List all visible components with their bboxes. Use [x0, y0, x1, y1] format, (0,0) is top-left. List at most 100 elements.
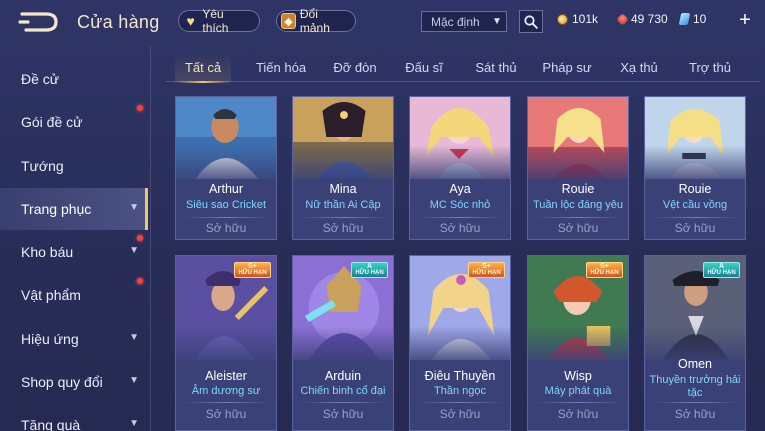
sidebar-item-heroes[interactable]: Tướng	[0, 145, 148, 187]
hero-name: Rouie	[561, 182, 595, 196]
sidebar-item-label: Hiệu ứng	[21, 331, 79, 347]
skin-name: Siêu sao Cricket	[185, 199, 267, 211]
tab-all[interactable]: Tất cả	[175, 52, 231, 83]
owned-status: Sở hữu	[557, 407, 599, 421]
skin-card[interactable]: Aya MC Sóc nhỏ Sở hữu	[409, 96, 511, 240]
sidebar-item-items[interactable]: Vật phẩm	[0, 274, 148, 316]
owned-status: Sở hữu	[205, 407, 247, 421]
favorites-button[interactable]: ♥ Yêu thích	[178, 7, 260, 35]
search-icon	[524, 14, 538, 29]
hero-name: Rouie	[678, 182, 712, 196]
heart-icon: ♥	[186, 13, 195, 29]
skin-card[interactable]: S+ HỮU HẠN Điêu Thuyền Thần ngọc Sở hữu	[409, 255, 511, 431]
sidebar-item-label: Trang phục	[21, 201, 92, 217]
owned-status: Sở hữu	[674, 407, 716, 421]
voucher-icon	[616, 12, 629, 26]
skin-name: Chiến binh cổ đại	[300, 385, 386, 397]
tab-assassin[interactable]: Sát thủ	[467, 52, 525, 82]
skin-card[interactable]: Mina Nữ thần Ai Cập Sở hữu	[292, 96, 394, 240]
sidebar-item-recommended-packs[interactable]: Gói đề cử	[0, 101, 148, 143]
skin-name: Thần ngọc	[434, 385, 486, 397]
hero-name: Mina	[329, 182, 357, 196]
skin-card[interactable]: S+ HỮU HẠN Aleister Âm dương sư Sở hữu	[175, 255, 277, 431]
hero-name: Điêu Thuyền	[424, 369, 496, 383]
favorites-label: Yêu thích	[202, 7, 229, 35]
sidebar-item-gifts[interactable]: Tặng quà ▼	[0, 404, 148, 431]
shop-screen: Cửa hàng ♥ Yêu thích ◆ Đổi mảnh Mặc định…	[0, 0, 765, 431]
tab-mage[interactable]: Pháp sư	[538, 52, 596, 82]
chevron-down-icon: ▼	[129, 418, 139, 429]
skin-card[interactable]: Rouie Vệt cầu vồng Sở hữu	[644, 96, 746, 240]
limited-badge: S+ HỮU HẠN	[586, 262, 623, 278]
gold-balance: 101k	[557, 12, 598, 26]
top-bar: Cửa hàng ♥ Yêu thích ◆ Đổi mảnh Mặc định…	[0, 0, 765, 46]
sidebar-item-exchange-shop[interactable]: Shop quy đổi ▼	[0, 361, 148, 403]
tab-support[interactable]: Trợ thủ	[681, 52, 739, 82]
sidebar-divider	[150, 46, 151, 431]
sidebar-item-label: Kho báu	[21, 244, 74, 260]
limited-badge: A HỮU HẠN	[703, 262, 740, 278]
chevron-down-icon: ▼	[129, 245, 139, 256]
top-up-plus-button[interactable]: +	[736, 9, 754, 31]
sidebar-item-treasure[interactable]: Kho báu ▼	[0, 231, 148, 273]
skin-name: Thuyền trưởng hải tặc	[649, 374, 741, 399]
hero-name: Aya	[449, 182, 471, 196]
sidebar-item-label: Tặng quà	[21, 417, 81, 431]
tab-tank[interactable]: Đỡ đòn	[325, 52, 385, 82]
hero-name: Wisp	[564, 369, 592, 383]
skin-card[interactable]: A HỮU HẠN Omen Thuyền trưởng hải tặc Sở …	[644, 255, 746, 431]
hero-name: Omen	[677, 357, 713, 371]
skin-name: Máy phát quà	[544, 385, 612, 397]
chevron-down-icon: ▼	[129, 375, 139, 386]
gem-icon	[678, 13, 691, 25]
skin-name: Âm dương sư	[191, 385, 261, 397]
sidebar-item-label: Tướng	[21, 158, 64, 174]
tab-evolution[interactable]: Tiến hóa	[249, 52, 313, 82]
owned-status: Sở hữu	[557, 221, 599, 235]
search-button[interactable]	[519, 10, 543, 33]
skin-card[interactable]: S+ HỮU HẠN Wisp Máy phát quà Sở hữu	[527, 255, 629, 431]
skin-name: Vệt cầu vồng	[662, 199, 728, 211]
skin-name: MC Sóc nhỏ	[429, 199, 491, 211]
skin-name: Tuần lộc đáng yêu	[532, 199, 624, 211]
chevron-down-icon: ▼	[492, 16, 502, 27]
owned-status: Sở hữu	[322, 407, 364, 421]
category-tabs: Tất cả Tiến hóa Đỡ đòn Đấu sĩ Sát thủ Ph…	[165, 52, 760, 83]
page-title: Cửa hàng	[77, 12, 160, 32]
owned-status: Sở hữu	[322, 221, 364, 235]
limited-badge: S+ HỮU HẠN	[234, 262, 271, 278]
sidebar-item-recommended[interactable]: Đề cử	[0, 58, 148, 100]
sidebar-item-label: Gói đề cử	[21, 114, 83, 130]
exchange-fragments-button[interactable]: ◆ Đổi mảnh	[276, 7, 356, 35]
sidebar-item-effects[interactable]: Hiệu ứng ▼	[0, 318, 148, 360]
sidebar-item-label: Đề cử	[21, 71, 60, 87]
owned-status: Sở hữu	[439, 407, 481, 421]
sidebar-item-skins[interactable]: Trang phục ▼	[0, 188, 148, 230]
sort-dropdown[interactable]: Mặc định ▼	[421, 11, 507, 32]
hero-name: Arthur	[208, 182, 244, 196]
gold-coin-icon	[557, 13, 568, 25]
skin-card[interactable]: Rouie Tuần lộc đáng yêu Sở hữu	[527, 96, 629, 240]
back-button[interactable]	[18, 10, 60, 34]
notification-dot	[137, 278, 143, 284]
gem-balance: 10	[678, 12, 707, 26]
sidebar-item-label: Shop quy đổi	[21, 374, 103, 390]
chevron-down-icon: ▼	[129, 332, 139, 343]
owned-status: Sở hữu	[439, 221, 481, 235]
tab-marksman[interactable]: Xạ thủ	[610, 52, 668, 82]
skin-card[interactable]: A HỮU HẠN Arduin Chiến binh cổ đại Sở hữ…	[292, 255, 394, 431]
notification-dot	[137, 105, 143, 111]
notification-dot	[137, 235, 143, 241]
hero-name: Aleister	[205, 369, 247, 383]
tab-fighter[interactable]: Đấu sĩ	[397, 52, 451, 82]
skin-card[interactable]: Arthur Siêu sao Cricket Sở hữu	[175, 96, 277, 240]
exchange-label: Đổi mảnh	[299, 7, 330, 35]
owned-status: Sở hữu	[205, 221, 247, 235]
sidebar: Đề cử Gói đề cử Tướng Trang phục ▼ Kho b…	[0, 46, 150, 431]
sidebar-item-label: Vật phẩm	[21, 287, 81, 303]
sort-value: Mặc định	[431, 14, 480, 29]
voucher-balance: 49 730	[616, 12, 668, 26]
gem-amount: 10	[693, 12, 707, 26]
skin-name: Nữ thần Ai Cập	[305, 199, 381, 211]
owned-status: Sở hữu	[674, 221, 716, 235]
